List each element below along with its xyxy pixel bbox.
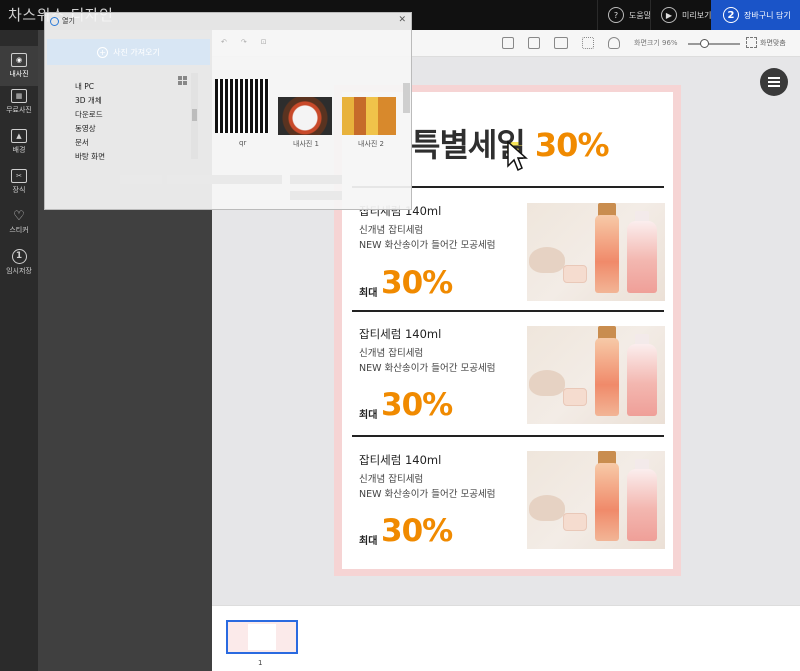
zoom-slider-track[interactable] [688,43,740,45]
product-description[interactable]: NEW 화산송이가 들어간 모공세럼 [359,486,495,500]
folder-scrollbar[interactable] [191,73,198,159]
list-icon [768,81,780,83]
image-thumbnail[interactable] [342,97,396,135]
sidebar-item-label: 무료사진 [6,106,32,114]
help-label: 도움말 [629,10,652,20]
product-max-label[interactable]: 최대 [359,532,377,547]
image-caption: 내사진 1 [293,140,319,148]
dialog-footer [120,173,410,207]
mouse-cursor-icon [507,140,528,172]
hand-icon[interactable] [608,37,620,49]
product-title[interactable]: 잡티세럼 140ml [359,326,441,342]
number-one-icon: 1 [11,248,27,264]
grid-view-icon[interactable] [178,76,187,85]
upload-photo-button[interactable]: + 사진 가져오기 [47,39,210,65]
frame-icon[interactable]: ⊡ [261,38,267,46]
open-file-dialog: 열기 ✕ + 사진 가져오기 ↶ ↷ ⊡ 내 PC 3D 개체 다운로드 동영상… [44,12,412,210]
plus-icon: + [97,46,109,58]
photo-icon: ◉ [11,53,27,67]
sidebar-item-decoration[interactable]: ✂ 장식 [0,162,38,202]
fit-screen-icon [746,37,757,48]
product-max-label[interactable]: 최대 [359,284,377,299]
image-thumbnail[interactable] [278,97,332,135]
page-thumbnail[interactable] [226,620,298,654]
sidebar-item-my-photos[interactable]: ◉ 내사진 [0,46,38,86]
folder-item[interactable]: 동영상 [75,123,96,134]
sidebar-item-background[interactable]: ▲ 배경 [0,122,38,162]
image-icon: ▲ [11,129,27,143]
step-number-icon: 2 [723,7,739,23]
sidebar-item-sticker[interactable]: ♡ 스티커 [0,202,38,242]
redo-icon[interactable]: ↷ [241,38,247,46]
product-subtitle[interactable]: 신개념 잡티세럼 [359,471,423,485]
layout-icon[interactable] [528,37,540,49]
product-discount[interactable]: 30% [381,265,453,301]
cancel-button[interactable] [290,191,342,200]
product-description[interactable]: NEW 화산송이가 들어간 모공세럼 [359,237,495,251]
question-icon: ? [608,7,624,23]
product-discount[interactable]: 30% [381,387,453,423]
zoom-slider-handle[interactable] [700,39,709,48]
page-thumbnail-bar [212,605,800,671]
folder-item[interactable]: 문서 [75,137,89,148]
sidebar-item-label: 스티커 [9,226,29,234]
sidebar-item-free-photos[interactable]: ▦ 무료사진 [0,82,38,122]
divider [352,435,664,437]
sidebar-item-label: 장식 [12,186,26,194]
product-title[interactable]: 잡티세럼 140ml [359,452,441,468]
headline-percent: 30% [534,126,610,164]
folder-item[interactable]: 다운로드 [75,109,103,120]
product-subtitle[interactable]: 신개념 잡티세럼 [359,345,423,359]
free-photo-icon: ▦ [11,89,27,103]
product-max-label[interactable]: 최대 [359,406,377,421]
product-photo[interactable] [527,203,665,301]
product-photo[interactable] [527,326,665,424]
size-icon[interactable] [554,37,568,49]
folder-item[interactable]: 바탕 화면 [75,151,105,162]
fit-screen-label: 화면맞춤 [760,38,786,47]
folder-item[interactable]: 3D 개체 [75,95,102,106]
image-caption: 내사진 2 [358,140,384,148]
document-icon[interactable] [502,37,514,49]
left-sidebar: ◉ 내사진 ▦ 무료사진 ▲ 배경 ✂ 장식 ♡ 스티커 1 임시저장 [0,30,38,671]
sidebar-item-label: 배경 [12,146,26,154]
page-number: 1 [258,659,263,667]
divider [352,310,664,312]
heart-icon: ♡ [13,208,25,224]
product-subtitle[interactable]: 신개념 잡티세럼 [359,222,423,236]
folder-list: 내 PC 3D 개체 다운로드 동영상 문서 바탕 화면 [47,73,202,162]
fit-screen-button[interactable]: 화면맞춤 [746,37,786,48]
product-photo[interactable] [527,451,665,549]
add-to-cart-button[interactable]: 2 장바구니 담기 [711,0,800,30]
image-scrollbar[interactable] [403,83,410,113]
zoom-label: 화면크기 96% [634,39,678,47]
app-icon [50,16,59,26]
close-icon[interactable]: ✕ [398,15,406,25]
sidebar-item-label: 내사진 [9,70,29,78]
sidebar-item-label: 임시저장 [6,266,32,275]
dialog-title: 열기 [50,16,75,26]
folder-item[interactable]: 내 PC [75,81,94,92]
cart-label: 장바구니 담기 [744,10,791,20]
image-caption: qr [239,139,247,147]
product-description[interactable]: NEW 화산송이가 들어간 모공세럼 [359,360,495,374]
undo-icon[interactable]: ↶ [221,38,227,46]
decoration-icon: ✂ [11,169,27,183]
sidebar-item-temp-save[interactable]: 1 임시저장 [0,242,38,282]
open-button[interactable] [290,175,342,184]
preview-label: 미리보기 [682,10,712,20]
layer-menu-button[interactable] [760,68,788,96]
product-discount[interactable]: 30% [381,513,453,549]
grid-icon[interactable] [582,37,594,49]
play-icon: ▶ [661,7,677,23]
dialog-toolbar: ↶ ↷ ⊡ [221,38,267,46]
image-thumbnail[interactable] [215,79,269,133]
